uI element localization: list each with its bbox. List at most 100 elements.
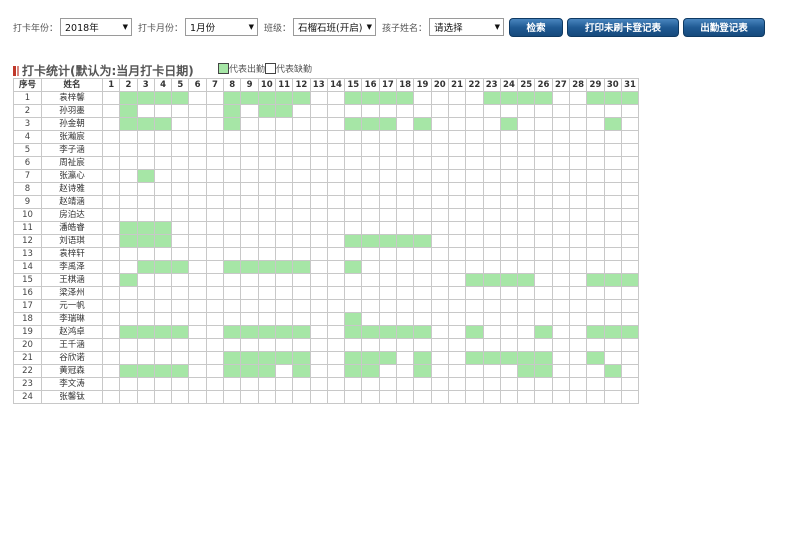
year-select[interactable]: 2018年 ▼	[60, 18, 133, 36]
day-cell	[482, 247, 501, 261]
day-cell	[569, 182, 588, 196]
day-cell	[171, 247, 190, 261]
present-day-cell	[378, 325, 398, 339]
day-cell	[551, 260, 571, 274]
day-cell	[257, 234, 276, 248]
day-cell	[586, 299, 605, 313]
attendance-register-button[interactable]: 出勤登记表	[683, 17, 766, 37]
day-cell	[274, 273, 294, 287]
day-cell	[274, 234, 294, 248]
day-cell	[274, 117, 294, 131]
day-cell	[188, 182, 207, 196]
present-day-cell	[153, 91, 173, 105]
day-cell	[153, 104, 173, 118]
day-cell	[378, 143, 398, 157]
class-select[interactable]: 石榴石班(开启) ▼	[293, 18, 377, 36]
day-cell	[517, 390, 536, 404]
day-cell	[292, 169, 311, 183]
day-cell	[620, 286, 640, 300]
print-unclocked-button[interactable]: 打印未刷卡登记表	[567, 17, 680, 37]
day-cell	[188, 117, 207, 131]
day-cell	[119, 156, 138, 170]
month-select[interactable]: 1月份 ▼	[185, 18, 259, 36]
day-cell	[465, 156, 484, 170]
day-column-header: 19	[413, 78, 432, 92]
present-day-cell	[257, 364, 276, 378]
day-cell	[361, 273, 380, 287]
day-cell	[465, 143, 484, 157]
day-cell	[447, 299, 467, 313]
present-day-cell	[136, 169, 155, 183]
day-cell	[119, 143, 138, 157]
table-row: 15 王棋涵	[13, 273, 640, 287]
day-cell	[292, 286, 311, 300]
row-index-cell: 23	[13, 377, 42, 391]
present-day-cell	[361, 234, 380, 248]
day-cell	[603, 130, 622, 144]
present-day-cell	[240, 364, 259, 378]
class-label: 班级：	[264, 23, 292, 34]
table-row: 2 孙羽墨	[13, 104, 640, 118]
day-cell	[119, 299, 138, 313]
day-cell	[205, 104, 225, 118]
search-button[interactable]: 检索	[509, 17, 564, 37]
child-name-select[interactable]: 请选择 ▼	[429, 18, 505, 36]
day-cell	[413, 247, 432, 261]
day-cell	[136, 143, 155, 157]
day-cell	[223, 221, 242, 235]
day-cell	[188, 377, 207, 391]
day-cell	[361, 390, 380, 404]
day-cell	[551, 351, 571, 365]
row-index-cell: 1	[13, 91, 42, 105]
day-cell	[119, 338, 138, 352]
day-cell	[482, 182, 501, 196]
day-cell	[569, 325, 588, 339]
day-cell	[465, 390, 484, 404]
day-cell	[223, 299, 242, 313]
present-day-cell	[586, 351, 605, 365]
day-cell	[482, 130, 501, 144]
day-cell	[274, 286, 294, 300]
day-cell	[240, 208, 259, 222]
present-day-cell	[257, 91, 276, 105]
day-cell	[586, 117, 605, 131]
day-cell	[171, 156, 190, 170]
day-cell	[430, 260, 449, 274]
class-select-value: 石榴石班(开启)	[298, 23, 363, 34]
child-name-cell: 赵鸿卓	[41, 325, 103, 339]
day-cell	[309, 104, 328, 118]
day-cell	[482, 338, 501, 352]
day-column-header: 17	[378, 78, 398, 92]
absent-swatch-icon	[265, 63, 277, 74]
day-cell	[257, 195, 276, 209]
day-cell	[188, 338, 207, 352]
day-cell	[465, 117, 484, 131]
day-cell	[361, 130, 380, 144]
day-cell	[101, 364, 121, 378]
day-cell	[413, 338, 432, 352]
day-cell	[344, 377, 363, 391]
day-cell	[499, 143, 519, 157]
day-cell	[171, 338, 190, 352]
day-cell	[136, 195, 155, 209]
day-cell	[171, 117, 190, 131]
day-cell	[569, 208, 588, 222]
day-cell	[326, 221, 346, 235]
day-cell	[188, 234, 207, 248]
present-day-cell	[119, 91, 138, 105]
day-cell	[465, 104, 484, 118]
table-row: 3 孙金朝	[13, 117, 640, 131]
day-cell	[188, 273, 207, 287]
day-cell	[344, 182, 363, 196]
row-index-cell: 17	[13, 299, 42, 313]
present-day-cell	[136, 325, 155, 339]
day-cell	[586, 169, 605, 183]
present-day-cell	[603, 364, 622, 378]
day-cell	[292, 273, 311, 287]
day-cell	[274, 312, 294, 326]
day-cell	[171, 390, 190, 404]
day-column-header: 2	[119, 78, 138, 92]
day-cell	[447, 195, 467, 209]
present-day-cell	[274, 351, 294, 365]
row-index-cell: 11	[13, 221, 42, 235]
